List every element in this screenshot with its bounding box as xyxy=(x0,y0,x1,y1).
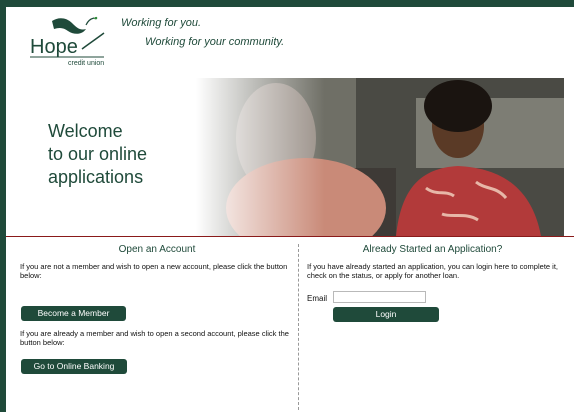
email-label: Email xyxy=(307,294,328,303)
already-started-section: Already Started an Application? If you h… xyxy=(303,244,574,322)
open-account-intro: If you are not a member and wish to open… xyxy=(20,262,288,280)
welcome-line-3: applications xyxy=(48,167,144,187)
already-started-title: Already Started an Application? xyxy=(362,244,503,255)
online-banking-button[interactable]: Go to Online Banking xyxy=(21,359,127,374)
login-button[interactable]: Login xyxy=(333,307,439,322)
welcome-heading: Welcome to our online applications xyxy=(48,120,228,189)
column-divider xyxy=(298,244,299,410)
open-account-section: Open an Account If you are not a member … xyxy=(16,244,298,374)
open-account-title: Open an Account xyxy=(118,244,196,255)
hero-divider xyxy=(6,236,574,237)
second-account-intro: If you are already a member and wish to … xyxy=(20,329,289,347)
welcome-line-2: to our online xyxy=(48,144,148,164)
site-header: Hope credit union Working for you. Worki… xyxy=(6,7,574,77)
become-member-button[interactable]: Become a Member xyxy=(21,306,126,321)
already-started-intro: If you have already started an applicati… xyxy=(307,262,558,280)
logo-subtext: credit union xyxy=(68,60,104,67)
logo-text: Hope xyxy=(30,36,78,58)
email-input[interactable] xyxy=(333,291,426,303)
welcome-line-1: Welcome xyxy=(48,121,123,141)
hero-banner: Welcome to our online applications xyxy=(6,78,564,236)
hope-logo: Hope credit union xyxy=(30,16,105,67)
hero-photo xyxy=(196,78,564,236)
tagline-line-2: Working for your community. xyxy=(145,36,285,48)
tagline-line-1: Working for you. xyxy=(121,17,202,29)
